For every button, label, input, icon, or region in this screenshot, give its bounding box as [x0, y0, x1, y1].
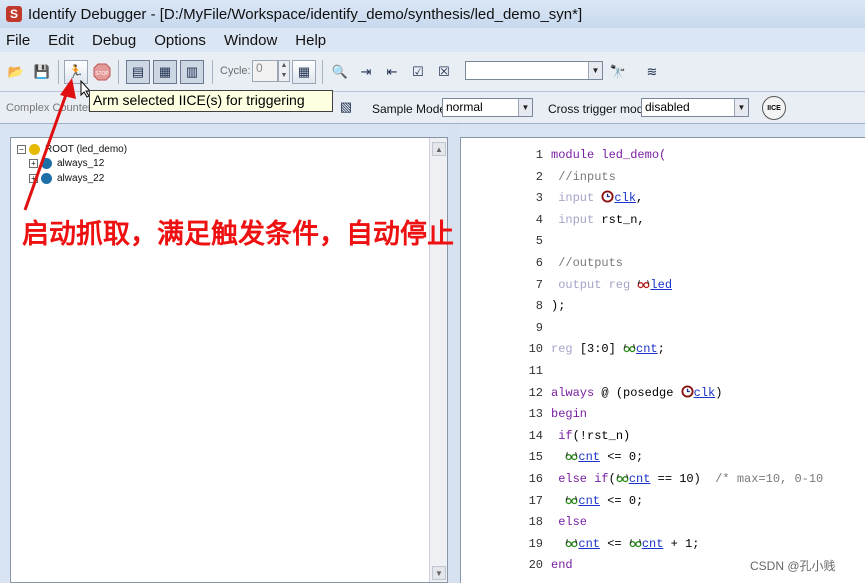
- annotation-text: 启动抓取，满足触发条件，自动停止: [22, 219, 454, 249]
- annotation-arrow: [23, 78, 76, 211]
- tooltip: Arm selected IICE(s) for triggering: [89, 90, 333, 112]
- watermark: CSDN @孔小贱: [750, 559, 836, 573]
